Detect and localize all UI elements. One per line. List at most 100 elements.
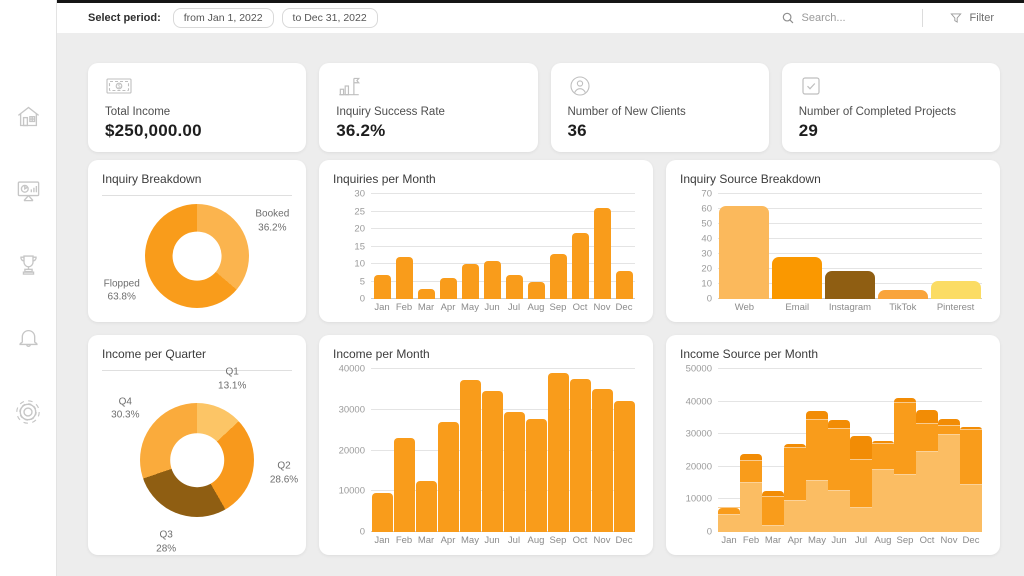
bar-slot [591,194,613,299]
bar-slot [371,194,393,299]
bar [418,289,435,300]
x-tick-label: Oct [569,302,591,313]
y-tick-label: 20 [680,264,712,275]
bar-slot [850,369,872,532]
sidebar-item-notifications[interactable] [12,322,44,354]
x-tick-label: TikTok [876,302,929,313]
date-to-button[interactable]: to Dec 31, 2022 [282,8,378,28]
inquiry-source-breakdown-card: Inquiry Source Breakdown 010203040506070… [666,160,1000,322]
bar-slot [916,369,938,532]
bar-slot [876,194,929,299]
filter-label: Filter [970,12,994,24]
kpi-value: $250,000.00 [105,121,289,141]
bar-slot [503,369,525,532]
bar [572,233,589,300]
bar-segment [828,491,850,532]
kpi-total-income: $ Total Income $250,000.00 [88,63,306,152]
bar-segment [740,454,762,461]
x-tick-label: Feb [393,302,415,313]
bar-slot [718,194,771,299]
search-icon [781,11,795,25]
bar [825,271,875,300]
bar-slot [437,194,459,299]
plot-area: 010203040506070 [718,194,982,299]
y-tick-label: 10 [333,259,365,270]
y-tick-label: 20000 [680,461,712,472]
bar [528,282,545,299]
x-tick-label: Mar [415,535,437,546]
home-icon [15,103,42,130]
kpi-completed-projects: Number of Completed Projects 29 [782,63,1000,152]
x-tick-label: May [459,302,481,313]
sidebar-item-achievements[interactable] [12,248,44,280]
y-tick-label: 5 [333,276,365,287]
x-tick-label: Email [771,302,824,313]
bar-slot [503,194,525,299]
x-tick-label: Oct [916,535,938,546]
bar [482,391,503,532]
bar [719,206,769,299]
y-tick-label: 0 [680,527,712,538]
x-tick-label: Jun [828,535,850,546]
plot-area: 051015202530 [371,194,635,299]
bar-slot [806,369,828,532]
bar-segment [872,470,894,532]
sidebar-item-settings[interactable] [12,396,44,428]
x-tick-label: Jun [481,302,503,313]
person-icon [568,74,592,98]
bar [484,261,501,300]
x-axis-labels: JanFebMarAprMayJunJulAugSepOctNovDec [371,299,635,316]
bar [460,380,481,532]
bar [772,257,822,299]
banknote-icon: $ [105,74,133,98]
sidebar-item-dashboard[interactable] [12,174,44,206]
stacked-bar [960,369,982,532]
x-tick-label: Jun [481,535,503,546]
x-tick-label: Nov [591,302,613,313]
bar-slot [525,194,547,299]
x-tick-label: Nov [591,535,613,546]
stacked-bar [938,369,960,532]
x-tick-label: May [806,535,828,546]
bar [614,401,635,532]
filter-button[interactable]: Filter [949,11,994,25]
x-tick-label: Oct [569,535,591,546]
x-tick-label: Apr [437,302,459,313]
x-tick-label: Feb [740,535,762,546]
x-tick-label: Jul [503,302,525,313]
bar-segment [872,444,894,470]
x-tick-label: Jul [503,535,525,546]
x-axis-labels: WebEmailInstagramTikTokPinterest [718,299,982,316]
date-from-button[interactable]: from Jan 1, 2022 [173,8,274,28]
inquiry-breakdown-card: Inquiry Breakdown Booked36.2%Flopped63.8… [88,160,306,322]
y-tick-label: 50000 [680,364,712,375]
bar-slot [771,194,824,299]
chart-title: Inquiries per Month [333,172,639,186]
inquiry-source-breakdown-chart: 010203040506070 WebEmailInstagramTikTokP… [680,194,986,316]
bar-segment [894,475,916,532]
plot-area: 01000020000300004000050000 [718,369,982,532]
bar-slot [393,369,415,532]
stacked-bar [894,369,916,532]
bar [550,254,567,300]
trophy-icon [15,251,42,278]
kpi-label: Total Income [105,106,289,118]
search-input[interactable] [802,12,912,24]
bar [526,419,547,532]
kpi-label: Number of New Clients [568,106,752,118]
dashboard-app: Select period: from Jan 1, 2022 to Dec 3… [0,0,1024,576]
x-tick-label: Apr [784,535,806,546]
sidebar-item-home[interactable] [12,100,44,132]
bar [878,290,928,299]
bar [616,271,633,299]
bar-segment [828,420,850,429]
y-tick-label: 50 [680,219,712,230]
bar [504,412,525,532]
x-tick-label: Mar [762,535,784,546]
x-tick-label: Mar [415,302,437,313]
chart-title: Income per Quarter [102,347,292,361]
y-tick-label: 10000 [333,486,365,497]
x-tick-label: Web [718,302,771,313]
bar-segment [850,460,872,507]
plot-area: 010000200003000040000 [371,369,635,532]
